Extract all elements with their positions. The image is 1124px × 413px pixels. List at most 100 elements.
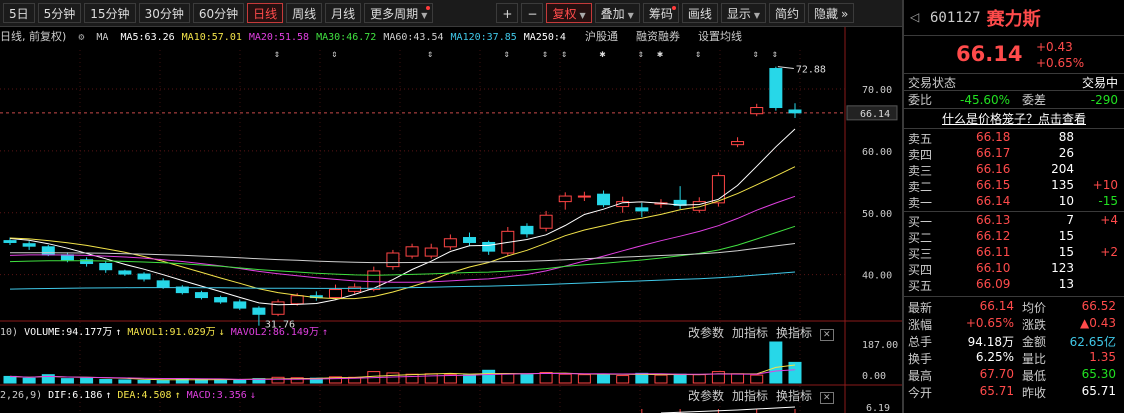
candle-body <box>271 301 285 315</box>
asks-row[interactable]: 卖四 66.17 26 <box>904 146 1124 162</box>
settings-gear-icon[interactable]: ⚙ <box>78 32 84 43</box>
zoom-out-button[interactable]: − <box>521 3 544 23</box>
macd-value-1: DEA:4.508 <box>117 390 172 401</box>
tool-button-1[interactable]: 叠加 ▼ <box>594 3 640 23</box>
bids-row[interactable]: 买五 66.09 13 <box>904 277 1124 293</box>
ma-link-2[interactable]: 设置均线 <box>698 30 742 43</box>
event-marker-icon[interactable]: ⇕ <box>695 49 701 60</box>
macd-button-2[interactable]: 换指标 <box>776 389 812 403</box>
candle-body <box>597 193 611 206</box>
macd-value-2: MACD:3.356 <box>186 390 247 401</box>
candle-body <box>750 107 764 115</box>
tool-button-2[interactable]: 筹码 <box>642 3 679 23</box>
event-marker-icon[interactable]: ⇕ <box>638 49 644 60</box>
event-marker-icon[interactable]: ✱ <box>657 49 663 60</box>
event-marker-icon[interactable]: ⇕ <box>561 49 567 60</box>
stat-value: 1.35 <box>1089 350 1116 364</box>
tool-button-3[interactable]: 画线 <box>681 3 718 23</box>
period-tab-4[interactable]: 60分钟 <box>192 3 245 23</box>
period-tab-6[interactable]: 周线 <box>286 3 323 23</box>
asks-delta: +10 <box>1092 178 1118 192</box>
candle-body <box>3 240 17 243</box>
stat-value: 67.70 <box>979 367 1014 381</box>
ma30-line <box>9 225 796 276</box>
ma-value-5: MA120:37.85 <box>450 32 517 43</box>
volume-bar <box>788 361 802 384</box>
ma-value-6: MA250:4 <box>523 32 566 43</box>
event-marker-icon[interactable]: ⇕ <box>331 49 337 60</box>
asks-volume: 204 <box>1051 162 1074 176</box>
stat-label: 最新 <box>908 301 933 315</box>
chart-mode-label: 日线, 前复权) <box>0 30 67 43</box>
ma-indicator-line: 日线, 前复权) ⚙ MA MA5:63.26 MA10:57.01 MA20:51… <box>0 28 845 46</box>
candle-body <box>769 68 783 109</box>
volume-bar <box>731 373 745 384</box>
expand-arrow-icon[interactable]: ◁ <box>910 10 919 24</box>
period-tab-5[interactable]: 日线 <box>247 3 284 23</box>
event-marker-icon[interactable]: ⇕ <box>772 49 778 60</box>
period-tab-8[interactable]: 更多周期 ▼ <box>364 3 434 23</box>
stat-label: 今开 <box>908 386 933 400</box>
bids-row[interactable]: 买三 66.11 15 +2 <box>904 245 1124 261</box>
volume-button-2[interactable]: 换指标 <box>776 326 812 340</box>
tool-button-6[interactable]: 隐藏» <box>808 3 855 23</box>
period-tab-1[interactable]: 5分钟 <box>37 3 82 23</box>
period-tab-3[interactable]: 30分钟 <box>138 3 190 23</box>
bids-delta: +2 <box>1100 245 1118 259</box>
tool-button-4[interactable]: 显示 ▼ <box>720 3 767 23</box>
asks-row[interactable]: 卖一 66.14 10 -15 <box>904 194 1124 210</box>
bids-price: 66.11 <box>976 245 1011 259</box>
kline-chart[interactable]: 70.0060.0050.0040.0066.1472.8831.76⇕ ⇕ ⇕ ⇕ ⇕… <box>0 0 902 413</box>
ma-link-0[interactable]: 沪股通 <box>585 30 618 43</box>
bids-row[interactable]: 买二 66.12 15 <box>904 229 1124 245</box>
close-icon[interactable]: ✕ <box>820 392 834 404</box>
weibi-value: -45.60% <box>960 92 1011 107</box>
notification-dot-icon <box>671 6 676 10</box>
caret-down-icon: ▼ <box>579 11 586 20</box>
stat-value: 94.18万 <box>967 335 1014 349</box>
last-price: 66.14 <box>956 42 1023 66</box>
stat-row: 总手 94.18万 金额 62.65亿 <box>904 333 1124 350</box>
asks-volume: 88 <box>1058 130 1074 144</box>
macd-button-1[interactable]: 加指标 <box>732 389 768 403</box>
event-marker-icon[interactable]: ⇕ <box>753 49 759 60</box>
event-marker-icon[interactable]: ⇕ <box>504 49 510 60</box>
asks-row[interactable]: 卖二 66.15 135 +10 <box>904 178 1124 194</box>
volume-bar <box>175 378 189 384</box>
event-marker-icon[interactable]: ✱ <box>600 49 606 60</box>
event-marker-icon[interactable]: ⇕ <box>427 49 433 60</box>
tool-button-5[interactable]: 简约 <box>769 3 806 23</box>
stat-label: 总手 <box>908 335 933 349</box>
volume-button-0[interactable]: 改参数 <box>688 326 724 340</box>
volume-bar <box>577 374 591 384</box>
bids-row[interactable]: 买一 66.13 7 +4 <box>904 213 1124 229</box>
volume-bar <box>309 377 323 384</box>
stat-row: 换手 6.25% 量比 1.35 <box>904 350 1124 367</box>
ma-value-2: MA20:51.58 <box>248 32 310 43</box>
zoom-in-button[interactable]: + <box>496 3 519 23</box>
volume-bar <box>80 377 94 384</box>
period-tab-2[interactable]: 15分钟 <box>84 3 136 23</box>
dif-line <box>660 406 796 413</box>
volume-button-1[interactable]: 加指标 <box>732 326 768 340</box>
volume-tick-label: 0.00 <box>862 371 886 382</box>
asks-row[interactable]: 卖五 66.18 88 <box>904 130 1124 146</box>
close-icon[interactable]: ✕ <box>820 329 834 341</box>
bids-level-label: 买四 <box>908 263 933 277</box>
asks-row[interactable]: 卖三 66.16 204 <box>904 162 1124 178</box>
period-tab-7[interactable]: 月线 <box>325 3 362 23</box>
event-marker-icon[interactable]: ⇕ <box>542 49 548 60</box>
price-cage-link[interactable]: 什么是价格笼子？点击查看 <box>942 110 1086 127</box>
weibi-row: 委比 -45.60% 委差 -290 <box>904 91 1124 109</box>
macd-button-0[interactable]: 改参数 <box>688 389 724 403</box>
status-label: 交易状态 <box>908 75 957 90</box>
tool-button-0[interactable]: 复权 ▼ <box>546 3 592 23</box>
candle-body <box>348 286 362 292</box>
bids-row[interactable]: 买四 66.10 123 <box>904 261 1124 277</box>
ma-values: MA5:63.26 MA10:57.01 MA20:51.58 MA30:46.72 M… <box>120 32 572 43</box>
volume-bar <box>271 376 285 384</box>
period-tab-0[interactable]: 5日 <box>3 3 35 23</box>
period-toolbar: 5日 5分钟 15分钟 30分钟 60分钟 日线 周线 月线 更多周期 ▼ + − 复权 ▼ 叠加 ▼ 筹码 画线… <box>0 0 902 27</box>
ma-link-1[interactable]: 融资融券 <box>636 30 680 43</box>
event-marker-icon[interactable]: ⇕ <box>274 49 280 60</box>
